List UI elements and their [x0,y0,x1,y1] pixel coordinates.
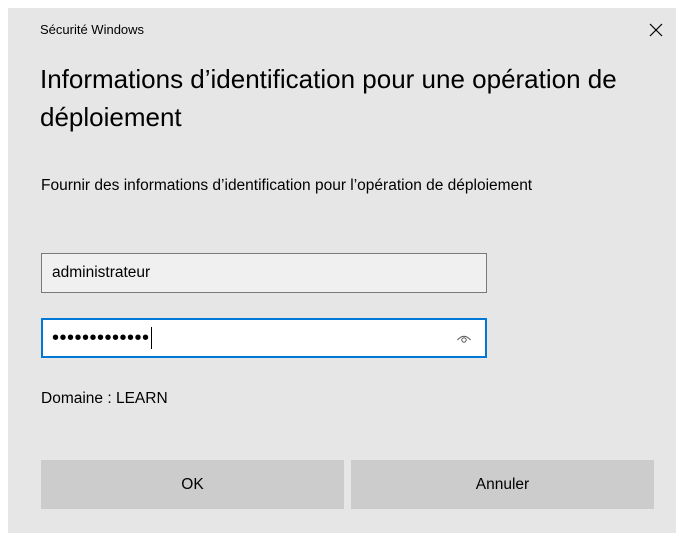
username-value: administrateur [52,264,151,281]
credential-dialog: Sécurité Windows Informations d’identifi… [8,8,676,533]
close-icon [649,23,663,37]
ok-button[interactable]: OK [41,460,344,509]
cancel-button[interactable]: Annuler [351,460,654,509]
close-button[interactable] [642,16,670,44]
text-caret [150,327,153,349]
dialog-heading: Informations d’identification pour une o… [40,64,617,132]
dialog-description: Fournir des informations d’identificatio… [41,177,533,194]
reveal-password-button[interactable] [453,327,475,349]
password-field[interactable]: ••••••••••••• [41,318,487,358]
domain-label: Domaine : LEARN [41,390,168,407]
username-field[interactable]: administrateur [41,253,487,293]
password-value: ••••••••••••• [52,327,150,349]
window-title: Sécurité Windows [40,22,145,37]
eye-icon [457,335,471,343]
